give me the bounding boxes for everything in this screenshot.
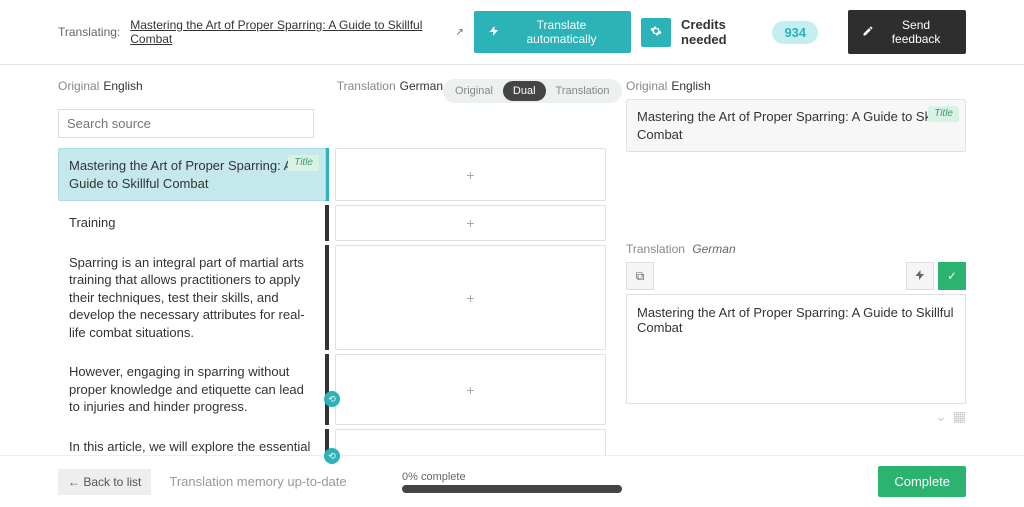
progress-bar [402, 485, 622, 493]
view-toggle: Original Dual Translation [443, 79, 622, 103]
target-cell[interactable]: + [335, 205, 606, 241]
bolt-icon [914, 269, 926, 284]
type-badge: Title [288, 155, 319, 171]
memory-status: Translation memory up-to-date [169, 474, 346, 489]
trans-lang: German [400, 79, 443, 93]
plus-icon[interactable]: + [466, 167, 474, 183]
r-orig-label: Original [626, 79, 667, 93]
translate-auto-button[interactable]: Translate automatically [474, 11, 631, 53]
credits-block: Credits needed 934 [681, 17, 818, 47]
source-text: Training [69, 215, 115, 230]
settings-button[interactable] [641, 18, 671, 47]
source-cell[interactable]: Training [58, 205, 326, 241]
bolt-icon [488, 25, 500, 40]
progress-block: 0% complete [402, 471, 622, 493]
external-link-icon: ↗ [456, 27, 464, 38]
original-text-box: Mastering the Art of Proper Sparring: A … [626, 99, 966, 152]
complete-button[interactable]: Complete [878, 466, 966, 497]
feedback-label: Send feedback [880, 18, 952, 46]
confirm-button[interactable]: ✓ [938, 262, 966, 290]
left-panel: Original English Translation German Origin… [58, 79, 606, 480]
segment-row[interactable]: Mastering the Art of Proper Sparring: A … [58, 148, 606, 201]
source-text: However, engaging in sparring without pr… [69, 364, 304, 414]
link-icon[interactable]: ⟲ [324, 448, 340, 464]
source-text: Sparring is an integral part of martial … [69, 255, 305, 340]
pencil-icon [862, 25, 874, 40]
plus-icon[interactable]: + [466, 290, 474, 306]
credits-badge: 934 [772, 21, 818, 44]
feedback-button[interactable]: Send feedback [848, 10, 966, 54]
check-icon: ✓ [947, 269, 957, 283]
r-orig-lang: English [671, 79, 710, 93]
target-cell[interactable]: + [335, 354, 606, 425]
translation-toolbar: ⧉ ✓ [626, 262, 966, 290]
document-title-link[interactable]: Mastering the Art of Proper Sparring: A … [130, 18, 439, 46]
translation-editor[interactable]: Mastering the Art of Proper Sparring: A … [626, 294, 966, 404]
translation-text: Mastering the Art of Proper Sparring: A … [637, 305, 954, 335]
r-trans-label: Translation [626, 242, 685, 256]
plus-icon[interactable]: + [466, 215, 474, 231]
progress-label: 0% complete [402, 471, 466, 483]
top-bar: Translating: Mastering the Art of Proper… [0, 0, 1024, 65]
toggle-dual[interactable]: Dual [503, 81, 546, 101]
segment-row[interactable]: Training + [58, 205, 606, 241]
editor-footer: ⌄ ▦ [626, 408, 966, 425]
r-trans-lang: German [692, 242, 735, 256]
source-cell[interactable]: However, engaging in sparring without pr… [58, 354, 326, 425]
bottom-bar: ← Back to list Translation memory up-to-… [0, 455, 1024, 507]
orig-label: Original [58, 79, 99, 93]
right-panel: Original English Mastering the Art of Pr… [626, 79, 966, 480]
title-badge: Title [928, 106, 959, 122]
segment-list: Mastering the Art of Proper Sparring: A … [58, 148, 606, 480]
translating-label: Translating: [58, 25, 120, 39]
left-header: Original English Translation German Origin… [58, 79, 606, 103]
plus-icon[interactable]: + [466, 382, 474, 398]
right-trans-header: Translation German [626, 242, 966, 256]
copy-icon: ⧉ [636, 269, 645, 284]
translate-auto-label: Translate automatically [506, 18, 617, 46]
original-text: Mastering the Art of Proper Sparring: A … [637, 109, 954, 142]
chevron-down-icon[interactable]: ⌄ [935, 408, 947, 425]
orig-lang: English [103, 79, 142, 93]
segment-row[interactable]: Sparring is an integral part of martial … [58, 245, 606, 351]
link-icon[interactable]: ⟲ [324, 391, 340, 407]
panel-icon[interactable]: ▦ [953, 408, 966, 425]
copy-button[interactable]: ⧉ [626, 262, 654, 290]
segment-row[interactable]: However, engaging in sparring without pr… [58, 354, 606, 425]
toggle-translation[interactable]: Translation [546, 81, 620, 101]
source-cell[interactable]: Sparring is an integral part of martial … [58, 245, 326, 351]
search-input[interactable] [58, 109, 314, 138]
target-cell[interactable]: + [335, 148, 606, 201]
gear-icon [650, 25, 662, 40]
back-button[interactable]: ← Back to list [58, 469, 151, 495]
main-area: Original English Translation German Origin… [0, 65, 1024, 480]
source-text: Mastering the Art of Proper Sparring: A … [69, 158, 292, 191]
credits-label: Credits needed [681, 17, 762, 47]
trans-label: Translation [337, 79, 396, 93]
source-cell[interactable]: Mastering the Art of Proper Sparring: A … [58, 148, 326, 201]
right-orig-header: Original English [626, 79, 966, 93]
toggle-original[interactable]: Original [445, 81, 503, 101]
target-cell[interactable]: + [335, 245, 606, 351]
auto-translate-button[interactable] [906, 262, 934, 290]
